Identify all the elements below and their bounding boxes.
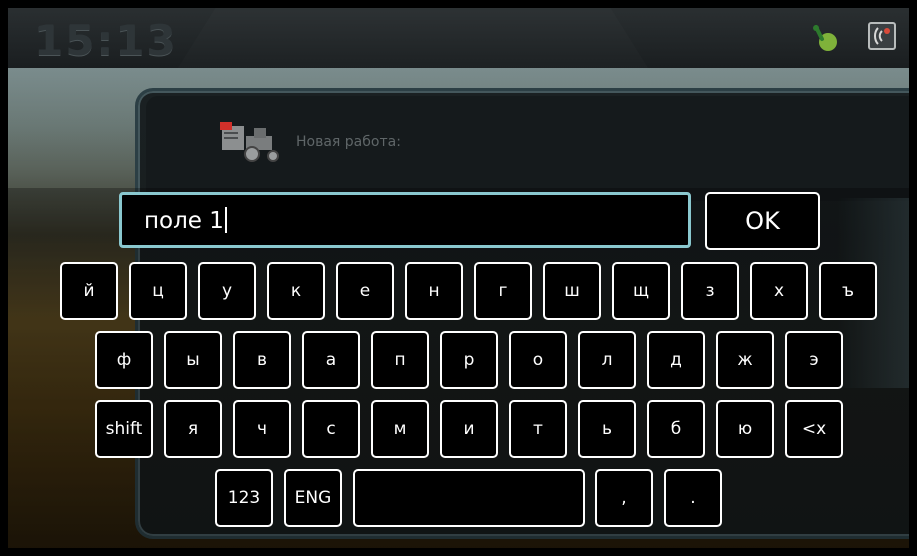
key-ж[interactable]: ж	[716, 331, 774, 389]
key-р[interactable]: р	[440, 331, 498, 389]
key-period[interactable]: .	[664, 469, 722, 527]
status-bar: 15:13	[8, 8, 909, 68]
key-о[interactable]: о	[509, 331, 567, 389]
key-123[interactable]: 123	[215, 469, 273, 527]
key-ш[interactable]: ш	[543, 262, 601, 320]
key-л[interactable]: л	[578, 331, 636, 389]
key-т[interactable]: т	[509, 400, 567, 458]
key-е[interactable]: е	[336, 262, 394, 320]
key-ь[interactable]: ь	[578, 400, 636, 458]
key-с[interactable]: с	[302, 400, 360, 458]
key-я[interactable]: я	[164, 400, 222, 458]
key-г[interactable]: г	[474, 262, 532, 320]
key-э[interactable]: э	[785, 331, 843, 389]
key-space[interactable]	[353, 469, 585, 527]
key-comma[interactable]: ,	[595, 469, 653, 527]
key-у[interactable]: у	[198, 262, 256, 320]
key-ф[interactable]: ф	[95, 331, 153, 389]
key-ц[interactable]: ц	[129, 262, 187, 320]
device-screen: 15:13 Новая работа: поле 1 OK йцукенгшщз…	[8, 8, 909, 548]
key-з[interactable]: з	[681, 262, 739, 320]
key-ъ[interactable]: ъ	[819, 262, 877, 320]
text-caret	[224, 207, 227, 233]
key-н[interactable]: н	[405, 262, 463, 320]
key-и[interactable]: и	[440, 400, 498, 458]
key-ы[interactable]: ы	[164, 331, 222, 389]
key-д[interactable]: д	[647, 331, 705, 389]
ok-button[interactable]: OK	[705, 192, 820, 250]
key-б[interactable]: б	[647, 400, 705, 458]
tractor-job-icon	[220, 122, 279, 162]
job-name-input[interactable]: поле 1	[119, 192, 691, 248]
key-й[interactable]: й	[60, 262, 118, 320]
key-ч[interactable]: ч	[233, 400, 291, 458]
key-п[interactable]: п	[371, 331, 429, 389]
key-ю[interactable]: ю	[716, 400, 774, 458]
key-backspace[interactable]: <x	[785, 400, 843, 458]
key-м[interactable]: м	[371, 400, 429, 458]
key-х[interactable]: х	[750, 262, 808, 320]
key-eng[interactable]: ENG	[284, 469, 342, 527]
key-к[interactable]: к	[267, 262, 325, 320]
key-а[interactable]: а	[302, 331, 360, 389]
key-shift[interactable]: shift	[95, 400, 153, 458]
clock: 15:13	[34, 16, 178, 65]
status-bar-tab	[178, 8, 648, 68]
key-щ[interactable]: щ	[612, 262, 670, 320]
dialog-title: Новая работа:	[296, 134, 401, 150]
service-signal-icon[interactable]	[868, 22, 896, 50]
input-value: поле 1	[144, 208, 224, 234]
gps-status-icon	[813, 25, 837, 51]
key-в[interactable]: в	[233, 331, 291, 389]
